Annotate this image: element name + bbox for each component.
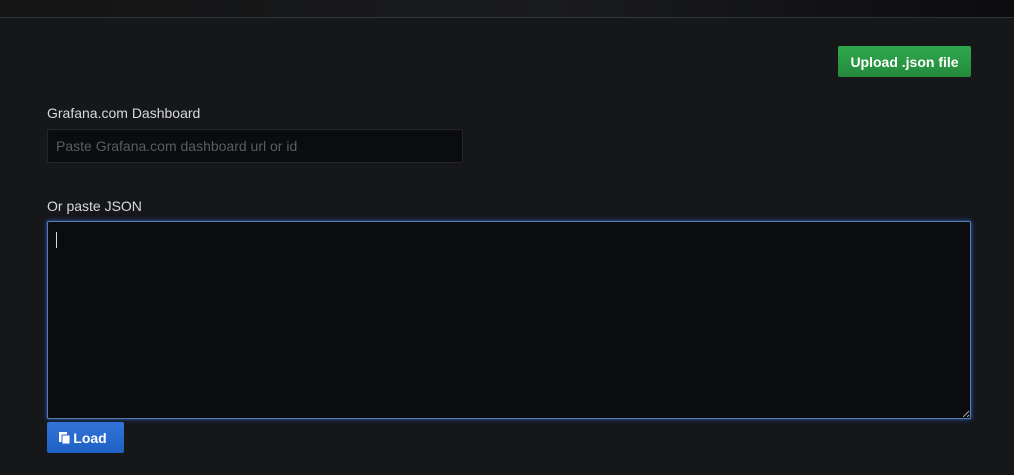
- paste-json-label: Or paste JSON: [47, 198, 142, 214]
- grafana-dashboard-url-input[interactable]: [47, 129, 463, 163]
- top-navbar: [0, 0, 1014, 18]
- grafana-dashboard-label: Grafana.com Dashboard: [47, 105, 201, 121]
- text-caret: [56, 232, 57, 248]
- load-button-label: Load: [73, 429, 107, 446]
- json-textarea[interactable]: [47, 221, 971, 419]
- load-button[interactable]: Load: [47, 422, 124, 453]
- upload-json-file-button[interactable]: Upload .json file: [838, 46, 971, 77]
- copy-icon: [58, 431, 72, 445]
